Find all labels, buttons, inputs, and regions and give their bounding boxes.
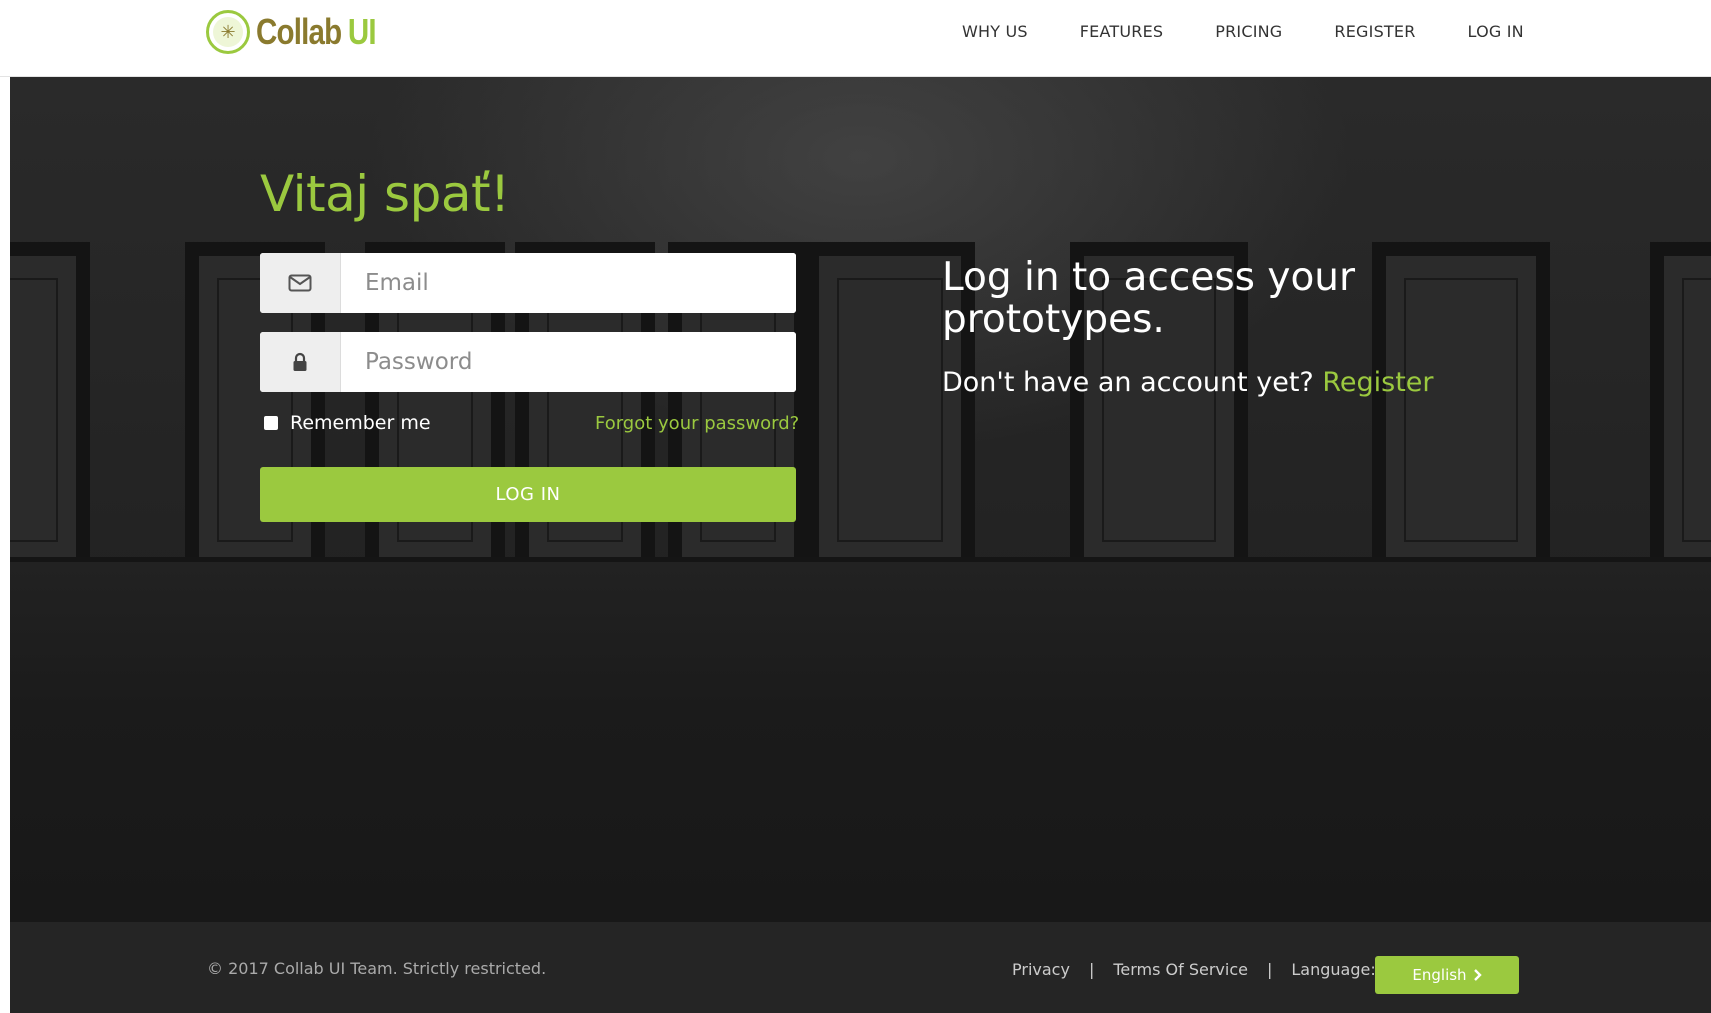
privacy-link[interactable]: Privacy — [1012, 960, 1070, 979]
nav-why-us[interactable]: WHY US — [962, 22, 1028, 41]
footer-links: Privacy | Terms Of Service | Language: — [1012, 960, 1376, 979]
site-footer: © 2017 Collab UI Team. Strictly restrict… — [10, 922, 1711, 1013]
chevron-right-icon — [1473, 969, 1482, 981]
brand-logo[interactable]: ✳ Collab UI — [206, 10, 402, 54]
nav-features[interactable]: FEATURES — [1080, 22, 1163, 41]
no-account-label: Don't have an account yet? — [942, 367, 1314, 398]
main-nav: WHY US FEATURES PRICING REGISTER LOG IN — [962, 22, 1524, 41]
password-input[interactable] — [341, 332, 796, 392]
envelope-icon — [260, 253, 341, 313]
promo-headline: Log in to access your prototypes. — [942, 255, 1356, 342]
site-header: ✳ Collab UI WHY US FEATURES PRICING REGIS… — [0, 0, 1711, 77]
brand-name-part2: UI — [347, 11, 377, 52]
brand-name-part1: Collab — [256, 11, 342, 52]
terms-link[interactable]: Terms Of Service — [1113, 960, 1248, 979]
email-input[interactable] — [341, 253, 796, 313]
nav-log-in[interactable]: LOG IN — [1468, 22, 1524, 41]
lock-icon — [260, 332, 341, 392]
copyright-text: © 2017 Collab UI Team. Strictly restrict… — [207, 959, 547, 978]
language-label: Language: — [1291, 960, 1376, 979]
welcome-heading: Vitaj spať! — [260, 165, 510, 223]
password-field-group — [260, 332, 796, 392]
nav-register[interactable]: REGISTER — [1334, 22, 1415, 41]
login-button[interactable]: LOG IN — [260, 467, 796, 522]
register-link[interactable]: Register — [1322, 367, 1433, 398]
remember-me-label: Remember me — [290, 412, 431, 434]
no-account-text: Don't have an account yet? Register — [942, 367, 1434, 398]
language-value: English — [1412, 966, 1467, 984]
remember-me-checkbox[interactable] — [264, 416, 278, 430]
floor-reflection — [10, 562, 1711, 922]
language-select-button[interactable]: English — [1375, 956, 1519, 994]
remember-me[interactable]: Remember me — [264, 412, 431, 434]
brand-name: Collab UI — [256, 11, 377, 53]
hero-section: Vitaj spať! Remember me Forgot your pass… — [10, 77, 1711, 922]
nav-pricing[interactable]: PRICING — [1215, 22, 1282, 41]
footer-separator: | — [1266, 960, 1273, 979]
email-field-group — [260, 253, 796, 313]
compass-logo-icon: ✳ — [206, 10, 250, 54]
footer-separator: | — [1088, 960, 1095, 979]
forgot-password-link[interactable]: Forgot your password? — [595, 413, 799, 434]
